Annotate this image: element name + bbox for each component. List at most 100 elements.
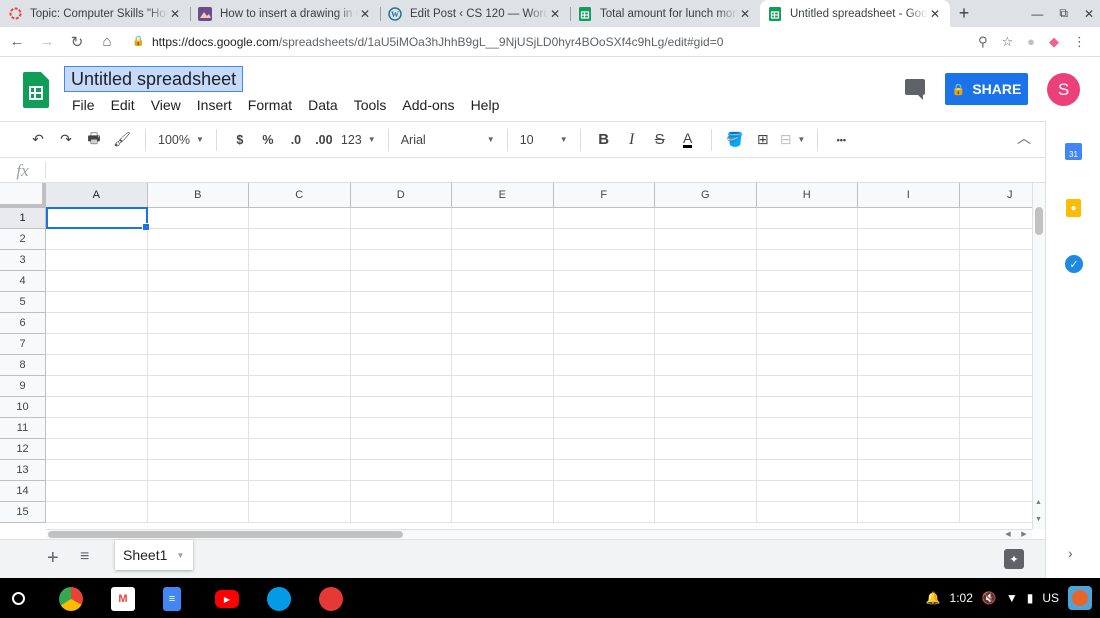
grid-cell[interactable] [959, 376, 1032, 397]
gmail-icon[interactable]: M [111, 587, 135, 611]
paint-format-icon[interactable]: 🖌 [108, 126, 136, 154]
grid-cell[interactable] [959, 397, 1032, 418]
grid-cell[interactable] [46, 502, 148, 523]
grid-cell[interactable] [553, 481, 655, 502]
grid-cell[interactable] [553, 334, 655, 355]
cell-grid[interactable]: ABCDEFGHIJ 1 2 3 4 5 6 7 8 9 10 11 12 13 14 15 [0, 183, 1032, 529]
italic-button[interactable]: I [618, 126, 646, 154]
grid-cell[interactable] [858, 376, 960, 397]
grid-cell[interactable] [959, 355, 1032, 376]
grid-cell[interactable] [756, 481, 858, 502]
zoom-icon[interactable]: ⚲ [978, 34, 988, 50]
grid-cell[interactable] [756, 418, 858, 439]
column-header-b[interactable]: B [148, 183, 249, 208]
zoom-select[interactable]: 100% ▼ [155, 126, 207, 154]
menu-insert[interactable]: Insert [189, 95, 240, 115]
row-header[interactable]: 12 [0, 439, 46, 460]
more-options-button[interactable]: ••• [827, 126, 855, 154]
grid-cell[interactable] [350, 481, 452, 502]
grid-cell[interactable] [249, 397, 351, 418]
column-header-d[interactable]: D [351, 183, 452, 208]
grid-cell[interactable] [959, 502, 1032, 523]
new-tab-button[interactable]: + [950, 0, 978, 27]
grid-cell[interactable] [959, 313, 1032, 334]
column-header-i[interactable]: I [858, 183, 960, 208]
column-header-j[interactable]: J [960, 183, 1033, 208]
close-icon[interactable]: ✕ [548, 7, 562, 21]
grid-cell[interactable] [350, 313, 452, 334]
grid-cell[interactable] [249, 208, 351, 229]
grid-cell[interactable] [655, 355, 757, 376]
doc-title-input[interactable]: Untitled spreadsheet [64, 66, 244, 92]
grid-cell[interactable] [756, 271, 858, 292]
redo-icon[interactable]: ↷ [52, 126, 80, 154]
menu-edit[interactable]: Edit [103, 95, 143, 115]
column-header-f[interactable]: F [554, 183, 655, 208]
grid-cell[interactable] [756, 250, 858, 271]
grid-cell[interactable] [147, 460, 249, 481]
explore-icon[interactable]: ✦ [1004, 549, 1024, 569]
grid-cell[interactable] [655, 376, 757, 397]
reload-icon[interactable]: ↻ [64, 29, 90, 55]
grid-cell[interactable] [452, 334, 554, 355]
grid-cell[interactable] [147, 439, 249, 460]
browser-tab[interactable]: How to insert a drawing in Goo ✕ [190, 0, 380, 27]
grid-cell[interactable] [249, 334, 351, 355]
column-header-a[interactable]: A [46, 183, 148, 208]
grid-cell[interactable] [452, 376, 554, 397]
scroll-right-icon[interactable]: ▶ [1021, 530, 1026, 538]
add-sheet-button[interactable]: + [47, 547, 59, 570]
grid-cell[interactable] [655, 208, 757, 229]
close-icon[interactable]: ✕ [358, 7, 372, 21]
grid-cell[interactable] [452, 355, 554, 376]
grid-cell[interactable] [350, 439, 452, 460]
column-header-g[interactable]: G [655, 183, 757, 208]
grid-cell[interactable] [553, 250, 655, 271]
grid-cell[interactable] [350, 397, 452, 418]
menu-help[interactable]: Help [463, 95, 508, 115]
grid-cell[interactable] [655, 439, 757, 460]
browser-menu-icon[interactable]: ⋮ [1073, 34, 1086, 50]
grid-cell[interactable] [147, 313, 249, 334]
row-header[interactable]: 10 [0, 397, 46, 418]
grid-cell[interactable] [46, 229, 148, 250]
grid-cell[interactable] [249, 229, 351, 250]
grid-cell[interactable] [452, 397, 554, 418]
grid-cell[interactable] [46, 292, 148, 313]
grid-cell[interactable] [147, 502, 249, 523]
grid-cell[interactable] [452, 502, 554, 523]
youtube-icon[interactable]: ▶ [215, 590, 239, 608]
grid-cell[interactable] [553, 229, 655, 250]
grid-cell[interactable] [756, 397, 858, 418]
column-header-c[interactable]: C [249, 183, 351, 208]
close-window-icon[interactable]: ✕ [1084, 7, 1094, 21]
close-icon[interactable]: ✕ [928, 7, 942, 21]
bold-button[interactable]: B [590, 126, 618, 154]
grid-cell[interactable] [553, 376, 655, 397]
scroll-down-icon[interactable]: ▼ [1035, 516, 1042, 523]
row-header[interactable]: 2 [0, 229, 46, 250]
grid-cell[interactable] [858, 481, 960, 502]
grid-cell[interactable] [147, 208, 249, 229]
grid-cell[interactable] [452, 313, 554, 334]
grid-cell[interactable] [553, 418, 655, 439]
tasks-icon[interactable]: ✓ [1065, 255, 1083, 273]
browser-tab[interactable]: W Edit Post ‹ CS 120 — WordPress ✕ [380, 0, 570, 27]
grid-cell[interactable] [756, 439, 858, 460]
fill-color-icon[interactable]: 🪣 [721, 126, 749, 154]
minimize-icon[interactable]: — [1031, 7, 1043, 21]
grid-cell[interactable] [147, 418, 249, 439]
grid-cell[interactable] [959, 460, 1032, 481]
grid-cell[interactable] [147, 355, 249, 376]
horizontal-scrollbar[interactable] [46, 529, 1032, 539]
menu-file[interactable]: File [64, 95, 103, 115]
share-button[interactable]: 🔒 SHARE [945, 73, 1028, 105]
grid-cell[interactable] [46, 418, 148, 439]
grid-cell[interactable] [553, 355, 655, 376]
launcher-icon[interactable] [12, 592, 25, 605]
grid-cell[interactable] [858, 229, 960, 250]
grid-cell[interactable] [147, 250, 249, 271]
grid-cell[interactable] [452, 292, 554, 313]
grid-cell[interactable] [756, 355, 858, 376]
grid-cell[interactable] [655, 271, 757, 292]
